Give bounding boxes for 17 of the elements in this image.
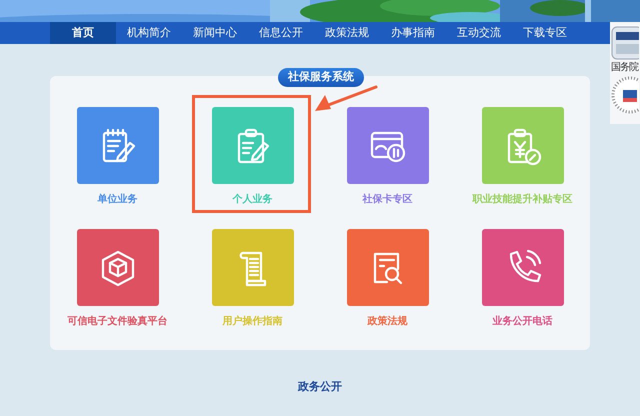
service-link[interactable]: 社保卡专区 bbox=[362, 192, 412, 207]
service-tile[interactable] bbox=[482, 107, 564, 184]
widget-caption: 国务院 bbox=[611, 62, 638, 74]
service-tile[interactable] bbox=[346, 229, 428, 306]
service-tile[interactable] bbox=[212, 229, 294, 306]
service-link[interactable]: 可信电子文件验真平台 bbox=[68, 314, 168, 329]
section-title-badge: 社保服务系统 bbox=[278, 68, 364, 87]
service-tile[interactable] bbox=[482, 229, 564, 306]
section-heading: 政务公开 bbox=[296, 380, 343, 395]
service-tile[interactable] bbox=[212, 107, 294, 184]
service-tile[interactable] bbox=[76, 229, 158, 306]
service-link[interactable]: 业务公开电话 bbox=[492, 314, 552, 329]
qr-code-icon[interactable] bbox=[611, 76, 639, 114]
nav-tab[interactable]: 首页 bbox=[50, 22, 116, 44]
service-tile[interactable] bbox=[76, 107, 158, 184]
app-logo-icon[interactable] bbox=[611, 26, 639, 60]
service-tile[interactable] bbox=[346, 107, 428, 184]
